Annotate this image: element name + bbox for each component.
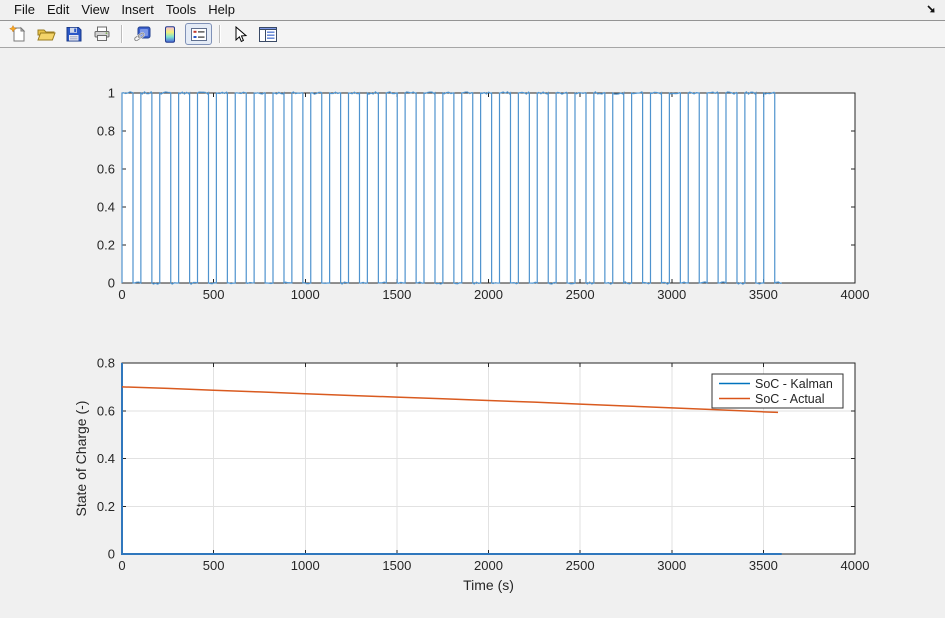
- x-tick-label: 0: [118, 287, 125, 302]
- plot-browser-button[interactable]: [255, 23, 280, 45]
- y-tick-label: 0: [108, 276, 115, 291]
- x-tick-label: 500: [203, 287, 225, 302]
- menu-edit[interactable]: Edit: [41, 0, 75, 20]
- legend-label: SoC - Kalman: [755, 377, 833, 391]
- y-tick-label: 0.6: [97, 403, 115, 418]
- x-tick-label: 2500: [566, 558, 595, 573]
- x-tick-label: 1000: [291, 558, 320, 573]
- y-tick-label: 0: [108, 547, 115, 562]
- x-tick-label: 2000: [474, 558, 503, 573]
- print-icon: [93, 26, 111, 42]
- new-figure-button[interactable]: [5, 23, 30, 45]
- x-tick-label: 3500: [749, 287, 778, 302]
- save-figure-button[interactable]: [61, 23, 86, 45]
- y-axis-label: State of Charge (-): [73, 401, 89, 517]
- figure-canvas: 0500100015002000250030003500400000.20.40…: [0, 48, 945, 618]
- toolbar-separator: [121, 25, 122, 43]
- subplot-0: 0 500 1000 1500 2000 2500 3000 3500 4000 0 0.2 0.4 0…: [97, 86, 870, 303]
- y-tick-label: 0.4: [97, 451, 115, 466]
- x-tick-label: 0: [118, 558, 125, 573]
- plot-browser-icon: [259, 27, 277, 42]
- menu-bar: File Edit View Insert Tools Help: [0, 0, 945, 21]
- y-tick-label: 0.2: [97, 238, 115, 253]
- subplot-1: 0 500 1000 1500 2000 2500 3000 3500 4000 0 0.2 0.4 0…: [73, 356, 869, 594]
- x-axis-label: Time (s): [463, 577, 514, 593]
- x-tick-label: 4000: [841, 287, 870, 302]
- y-tick-label: 0.2: [97, 499, 115, 514]
- x-tick-label: 4000: [841, 558, 870, 573]
- menu-tools[interactable]: Tools: [160, 0, 202, 20]
- menu-view[interactable]: View: [75, 0, 115, 20]
- matlab-figure-window: { "window": { "menu_items": ["File", "Ed…: [0, 0, 945, 618]
- x-tick-label: 1000: [291, 287, 320, 302]
- y-tick-label: 0.4: [97, 200, 115, 215]
- open-folder-icon: [36, 26, 56, 42]
- dock-figure-icon: [925, 3, 937, 15]
- save-icon: [66, 26, 82, 42]
- insert-colorbar-button[interactable]: [157, 23, 182, 45]
- legend[interactable]: SoC - KalmanSoC - Actual: [712, 374, 843, 408]
- x-tick-label: 500: [203, 558, 225, 573]
- insert-legend-button[interactable]: [185, 23, 212, 45]
- x-tick-label: 3000: [657, 287, 686, 302]
- print-figure-button[interactable]: [89, 23, 114, 45]
- y-tick-label: 1: [108, 86, 115, 101]
- link-plot-button[interactable]: [129, 23, 154, 45]
- legend-icon: [191, 28, 207, 41]
- dock-figure-button[interactable]: [924, 2, 938, 16]
- edit-plot-arrow-icon: [232, 26, 248, 43]
- y-tick-label: 0.8: [97, 124, 115, 139]
- x-tick-label: 3000: [657, 558, 686, 573]
- x-tick-label: 2500: [566, 287, 595, 302]
- new-document-icon: [9, 25, 27, 43]
- figure-toolbar: [0, 21, 945, 48]
- toolbar-separator: [219, 25, 220, 43]
- open-file-button[interactable]: [33, 23, 58, 45]
- link-plot-icon: [133, 26, 151, 42]
- x-tick-label: 1500: [382, 287, 411, 302]
- x-tick-label: 2000: [474, 287, 503, 302]
- edit-plot-button[interactable]: [227, 23, 252, 45]
- menu-insert[interactable]: Insert: [115, 0, 160, 20]
- x-tick-label: 3500: [749, 558, 778, 573]
- y-tick-label: 0.6: [97, 162, 115, 177]
- colorbar-icon: [164, 26, 176, 43]
- legend-label: SoC - Actual: [755, 392, 824, 406]
- y-tick-label: 0.8: [97, 356, 115, 371]
- menu-file[interactable]: File: [8, 0, 41, 20]
- menu-help[interactable]: Help: [202, 0, 241, 20]
- x-tick-label: 1500: [382, 558, 411, 573]
